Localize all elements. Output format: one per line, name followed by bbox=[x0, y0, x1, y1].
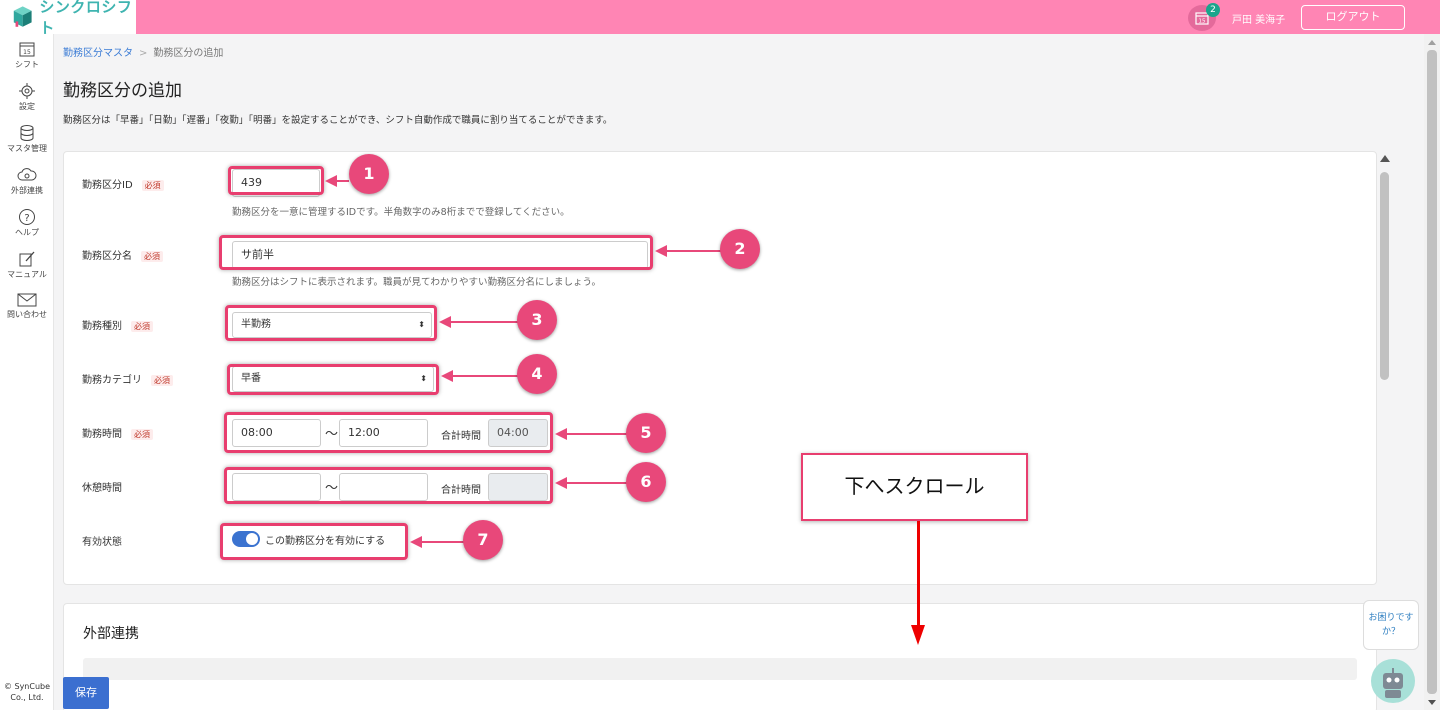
breadcrumb-parent-link[interactable]: 勤務区分マスタ bbox=[63, 48, 133, 59]
annotation-arrow-line bbox=[452, 375, 518, 377]
sidebar-item-label: 外部連携 bbox=[11, 186, 43, 195]
annotation-number-5: 5 bbox=[626, 413, 666, 453]
annotation-arrow-line bbox=[450, 321, 518, 323]
external-card: 外部連携 bbox=[63, 603, 1377, 710]
annotation-arrow-head bbox=[555, 477, 567, 489]
help-robot-icon[interactable] bbox=[1371, 659, 1415, 703]
field-label-category: 勤務カテゴリ 必須 bbox=[82, 371, 173, 386]
inner-scroll-up-arrow-icon[interactable] bbox=[1380, 155, 1390, 162]
sidebar-item-label: 問い合わせ bbox=[7, 310, 47, 319]
inner-scrollbar-thumb[interactable] bbox=[1380, 172, 1389, 380]
header-calendar-day: 15 bbox=[1199, 19, 1206, 25]
sidebar-item-help[interactable]: ? ヘルプ bbox=[0, 208, 54, 238]
sidebar-item-manual[interactable]: マニュアル bbox=[0, 250, 54, 280]
notification-badge: 2 bbox=[1206, 3, 1220, 17]
required-badge: 必須 bbox=[141, 180, 164, 191]
help-bubble[interactable]: お困りですか？ bbox=[1363, 600, 1419, 650]
page-scroll-up-arrow-icon[interactable] bbox=[1428, 40, 1436, 45]
annotation-number-1: 1 bbox=[349, 154, 389, 194]
annotation-arrow-line bbox=[566, 433, 627, 435]
copyright: © SynCube Co., Ltd. bbox=[3, 682, 51, 702]
annotation-number-7: 7 bbox=[463, 520, 503, 560]
sidebar-item-shift[interactable]: 15 シフト bbox=[0, 40, 54, 70]
sidebar-item-contact[interactable]: 問い合わせ bbox=[0, 292, 54, 320]
required-badge: 必須 bbox=[141, 251, 163, 262]
scroll-down-note: 下へスクロール bbox=[801, 453, 1028, 521]
annotation-number-3: 3 bbox=[517, 300, 557, 340]
field-label-type: 勤務種別 必須 bbox=[82, 317, 153, 332]
scroll-down-arrow-line bbox=[917, 521, 920, 629]
logout-button[interactable]: ログアウト bbox=[1301, 5, 1405, 30]
user-name[interactable]: 戸田 美海子 bbox=[1232, 11, 1285, 26]
page-scrollbar-thumb[interactable] bbox=[1427, 50, 1437, 694]
sidebar-calendar-day: 15 bbox=[23, 49, 31, 56]
app-logo[interactable]: シンクロシフト bbox=[0, 0, 136, 37]
page-title: 勤務区分の追加 bbox=[63, 81, 182, 101]
annotation-arrow-head bbox=[410, 536, 422, 548]
robot-face-icon bbox=[1383, 668, 1403, 698]
sidebar-item-label: マスタ管理 bbox=[7, 144, 47, 153]
annotation-arrow-line bbox=[421, 541, 464, 543]
page-description: 勤務区分は「早番」「日勤」「遅番」「夜勤」「明番」を設定することができ、シフト自… bbox=[63, 115, 613, 126]
sidebar-item-settings[interactable]: 設定 bbox=[0, 82, 54, 112]
breadcrumb-separator: > bbox=[139, 48, 148, 59]
mail-icon bbox=[17, 293, 37, 307]
annotation-highlight-2 bbox=[219, 235, 653, 270]
annotation-highlight-3 bbox=[225, 305, 437, 341]
annotation-highlight-6 bbox=[224, 467, 553, 504]
app-header: シンクロシフト 15 2 戸田 美海子 ログアウト bbox=[0, 0, 1440, 37]
sidebar-item-label: シフト bbox=[15, 60, 39, 69]
required-badge: 必須 bbox=[151, 375, 173, 386]
name-hint: 勤務区分はシフトに表示されます。職員が見てわかりやすい勤務区分名にしましょう。 bbox=[232, 277, 601, 288]
annotation-arrow-head bbox=[439, 316, 451, 328]
field-label-name: 勤務区分名 必須 bbox=[82, 247, 163, 262]
annotation-arrow-head bbox=[325, 175, 337, 187]
sidebar-item-label: ヘルプ bbox=[15, 228, 39, 237]
field-label-id: 勤務区分ID 必須 bbox=[82, 176, 164, 191]
annotation-arrow-head bbox=[441, 370, 453, 382]
annotation-arrow-head bbox=[655, 245, 667, 257]
annotation-highlight-1 bbox=[228, 166, 324, 195]
annotation-number-6: 6 bbox=[626, 462, 666, 502]
required-badge: 必須 bbox=[131, 321, 153, 332]
external-section-title: 外部連携 bbox=[83, 626, 139, 642]
svg-text:?: ? bbox=[24, 213, 29, 224]
field-label-status: 有効状態 bbox=[82, 537, 122, 548]
annotation-highlight-7 bbox=[220, 523, 408, 560]
breadcrumb: 勤務区分マスタ > 勤務区分の追加 bbox=[63, 44, 223, 59]
external-placeholder-bar bbox=[83, 658, 1357, 680]
gear-icon bbox=[19, 83, 35, 99]
breadcrumb-current: 勤務区分の追加 bbox=[153, 48, 224, 59]
save-button[interactable]: 保存 bbox=[63, 677, 109, 709]
field-label-break-time: 休憩時間 bbox=[82, 483, 122, 494]
question-icon: ? bbox=[19, 209, 35, 225]
annotation-arrow-head bbox=[555, 428, 567, 440]
annotation-highlight-4 bbox=[227, 364, 439, 395]
sidebar-item-external[interactable]: 外部連携 bbox=[0, 166, 54, 196]
sidebar-item-label: 設定 bbox=[19, 102, 35, 111]
scroll-down-arrow-head bbox=[911, 625, 925, 645]
database-icon bbox=[20, 125, 34, 141]
sidebar-item-label: マニュアル bbox=[7, 270, 47, 279]
id-hint: 勤務区分を一意に管理するIDです。半角数字のみ8桁までで登録してください。 bbox=[232, 207, 570, 218]
cloud-sync-icon bbox=[17, 168, 37, 181]
field-label-work-time: 勤務時間 必須 bbox=[82, 425, 153, 440]
annotation-number-4: 4 bbox=[517, 354, 557, 394]
annotation-highlight-5 bbox=[224, 412, 553, 453]
edit-icon bbox=[19, 251, 35, 267]
sidebar: 15 シフト 設定 マスタ管理 外部連携 ? ヘルプ マニュアル 問い合わせ ©… bbox=[0, 34, 54, 710]
logo-text: シンクロシフト bbox=[39, 0, 133, 37]
page-scroll-down-arrow-icon[interactable] bbox=[1428, 700, 1436, 705]
annotation-arrow-line bbox=[566, 482, 627, 484]
sidebar-item-master[interactable]: マスタ管理 bbox=[0, 124, 54, 154]
annotation-number-2: 2 bbox=[720, 229, 760, 269]
calendar-icon: 15 bbox=[19, 42, 35, 57]
annotation-arrow-line bbox=[335, 180, 349, 182]
logo-cube-icon bbox=[13, 6, 32, 27]
annotation-arrow-line bbox=[666, 250, 722, 252]
required-badge: 必須 bbox=[131, 429, 153, 440]
